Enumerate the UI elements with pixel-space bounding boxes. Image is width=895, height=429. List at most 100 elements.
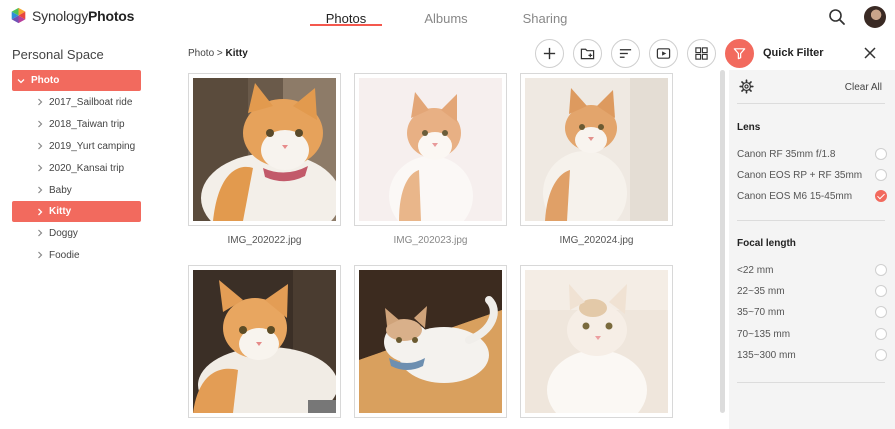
sidebar-item-label: Doggy bbox=[49, 227, 78, 239]
tab-photos[interactable]: Photos bbox=[310, 0, 382, 36]
focal-length-section-title: Focal length bbox=[737, 238, 796, 249]
option-label: <22 mm bbox=[737, 264, 774, 276]
photo-thumbnail[interactable] bbox=[188, 265, 341, 418]
lens-option-eos-m6[interactable]: Canon EOS M6 15-45mm bbox=[737, 188, 887, 204]
radio-button[interactable] bbox=[875, 306, 887, 318]
photo-thumbnail[interactable] bbox=[520, 265, 673, 418]
option-label: 70~135 mm bbox=[737, 328, 791, 340]
focal-option-35-70[interactable]: 35~70 mm bbox=[737, 304, 887, 320]
add-button[interactable] bbox=[535, 39, 564, 68]
cat-photo-image bbox=[193, 78, 336, 221]
option-label: 135~300 mm bbox=[737, 349, 796, 361]
scrollbar[interactable] bbox=[720, 70, 725, 413]
quick-filter-title: Quick Filter bbox=[763, 47, 824, 59]
search-icon[interactable] bbox=[827, 7, 847, 27]
chevron-right-icon bbox=[35, 186, 45, 194]
breadcrumb-parent[interactable]: Photo bbox=[188, 48, 214, 59]
sidebar-item-label: 2020_Kansai trip bbox=[49, 162, 125, 174]
synology-photos-logo-icon bbox=[11, 7, 26, 24]
chevron-right-icon bbox=[35, 164, 45, 172]
sidebar-item-2019-yurt-camping[interactable]: 2019_Yurt camping bbox=[0, 135, 160, 157]
photo-filename: IMG_202024.jpg bbox=[559, 235, 634, 246]
sidebar-item-2020-kansai-trip[interactable]: 2020_Kansai trip bbox=[0, 157, 160, 179]
app-title: SynologyPhotos bbox=[32, 7, 135, 24]
quick-filter-button[interactable] bbox=[725, 39, 754, 68]
chevron-right-icon bbox=[35, 120, 45, 128]
radio-button-checked[interactable] bbox=[875, 190, 887, 202]
radio-button[interactable] bbox=[875, 148, 887, 160]
photo-thumbnail[interactable] bbox=[520, 73, 673, 226]
sidebar-item-2017-sailboat-ride[interactable]: 2017_Sailboat ride bbox=[0, 91, 160, 113]
radio-button[interactable] bbox=[875, 264, 887, 276]
sidebar-item-kitty[interactable]: Kitty bbox=[12, 201, 141, 222]
avatar[interactable] bbox=[864, 6, 886, 28]
chevron-right-icon bbox=[35, 98, 45, 106]
tab-albums[interactable]: Albums bbox=[396, 0, 496, 36]
add-folder-icon bbox=[580, 48, 595, 60]
sidebar-item-label: Photo bbox=[31, 75, 60, 86]
cat-photo-image bbox=[359, 270, 502, 413]
divider bbox=[737, 382, 885, 383]
breadcrumb-separator: > bbox=[216, 48, 223, 59]
sort-button[interactable] bbox=[611, 39, 640, 68]
chevron-right-icon bbox=[35, 208, 45, 216]
option-label: Canon EOS RP + RF 35mm bbox=[737, 169, 863, 181]
tab-sharing[interactable]: Sharing bbox=[500, 0, 590, 36]
slideshow-icon bbox=[656, 48, 671, 59]
option-label: Canon RF 35mm f/1.8 bbox=[737, 148, 836, 160]
add-folder-button[interactable] bbox=[573, 39, 602, 68]
cat-photo-image bbox=[525, 78, 668, 221]
grid-view-button[interactable] bbox=[687, 39, 716, 68]
sidebar: Personal Space Photo 2017_Sailboat ride … bbox=[0, 36, 160, 429]
plus-icon bbox=[543, 47, 556, 60]
sidebar-item-baby[interactable]: Baby bbox=[0, 179, 160, 201]
sidebar-item-photo[interactable]: Photo bbox=[12, 70, 141, 91]
slideshow-button[interactable] bbox=[649, 39, 678, 68]
chevron-right-icon bbox=[35, 251, 45, 259]
sidebar-item-label: Kitty bbox=[49, 206, 72, 217]
app-logo[interactable]: SynologyPhotos bbox=[10, 7, 134, 24]
lens-option-eos-rp[interactable]: Canon EOS RP + RF 35mm bbox=[737, 167, 887, 183]
radio-button[interactable] bbox=[875, 328, 887, 340]
option-label: Canon EOS M6 15-45mm bbox=[737, 190, 853, 202]
focal-option-70-135[interactable]: 70~135 mm bbox=[737, 326, 887, 342]
sidebar-item-label: Baby bbox=[49, 184, 72, 196]
close-icon[interactable] bbox=[863, 46, 877, 60]
folder-tree: Photo 2017_Sailboat ride 2018_Taiwan tri… bbox=[0, 70, 160, 266]
clear-all-button[interactable]: Clear All bbox=[845, 82, 882, 93]
cat-photo-image bbox=[193, 270, 336, 413]
sidebar-item-foodie[interactable]: Foodie bbox=[0, 244, 160, 266]
photo-thumbnail[interactable] bbox=[354, 265, 507, 418]
grid-view-icon bbox=[695, 47, 708, 60]
sidebar-item-label: 2018_Taiwan trip bbox=[49, 118, 125, 130]
focal-option-lt22[interactable]: <22 mm bbox=[737, 262, 887, 278]
gear-icon[interactable] bbox=[739, 79, 754, 94]
breadcrumb: Photo > Kitty bbox=[188, 48, 248, 59]
focal-option-135-300[interactable]: 135~300 mm bbox=[737, 347, 887, 363]
focal-option-22-35[interactable]: 22~35 mm bbox=[737, 283, 887, 299]
chevron-right-icon bbox=[35, 229, 45, 237]
photo-filename: IMG_202023.jpg bbox=[393, 235, 468, 246]
option-label: 35~70 mm bbox=[737, 306, 785, 318]
photo-thumbnail[interactable] bbox=[188, 73, 341, 226]
radio-button[interactable] bbox=[875, 349, 887, 361]
sidebar-item-label: Foodie bbox=[49, 249, 80, 261]
breadcrumb-current: Kitty bbox=[225, 48, 248, 59]
sidebar-item-label: 2019_Yurt camping bbox=[49, 140, 136, 152]
sort-icon bbox=[619, 49, 632, 58]
sidebar-item-label: 2017_Sailboat ride bbox=[49, 96, 133, 108]
photo-thumbnail[interactable] bbox=[354, 73, 507, 226]
filter-icon bbox=[733, 48, 746, 60]
sidebar-item-2018-taiwan-trip[interactable]: 2018_Taiwan trip bbox=[0, 113, 160, 135]
chevron-down-icon bbox=[16, 77, 26, 85]
radio-button[interactable] bbox=[875, 285, 887, 297]
cat-photo-image bbox=[525, 270, 668, 413]
sidebar-item-doggy[interactable]: Doggy bbox=[0, 222, 160, 244]
cat-photo-image bbox=[359, 78, 502, 221]
divider bbox=[737, 103, 885, 104]
radio-button[interactable] bbox=[875, 169, 887, 181]
lens-option-rf35[interactable]: Canon RF 35mm f/1.8 bbox=[737, 146, 887, 162]
chevron-right-icon bbox=[35, 142, 45, 150]
divider bbox=[737, 220, 885, 221]
main-tabs: Photos Albums Sharing bbox=[310, 0, 590, 36]
